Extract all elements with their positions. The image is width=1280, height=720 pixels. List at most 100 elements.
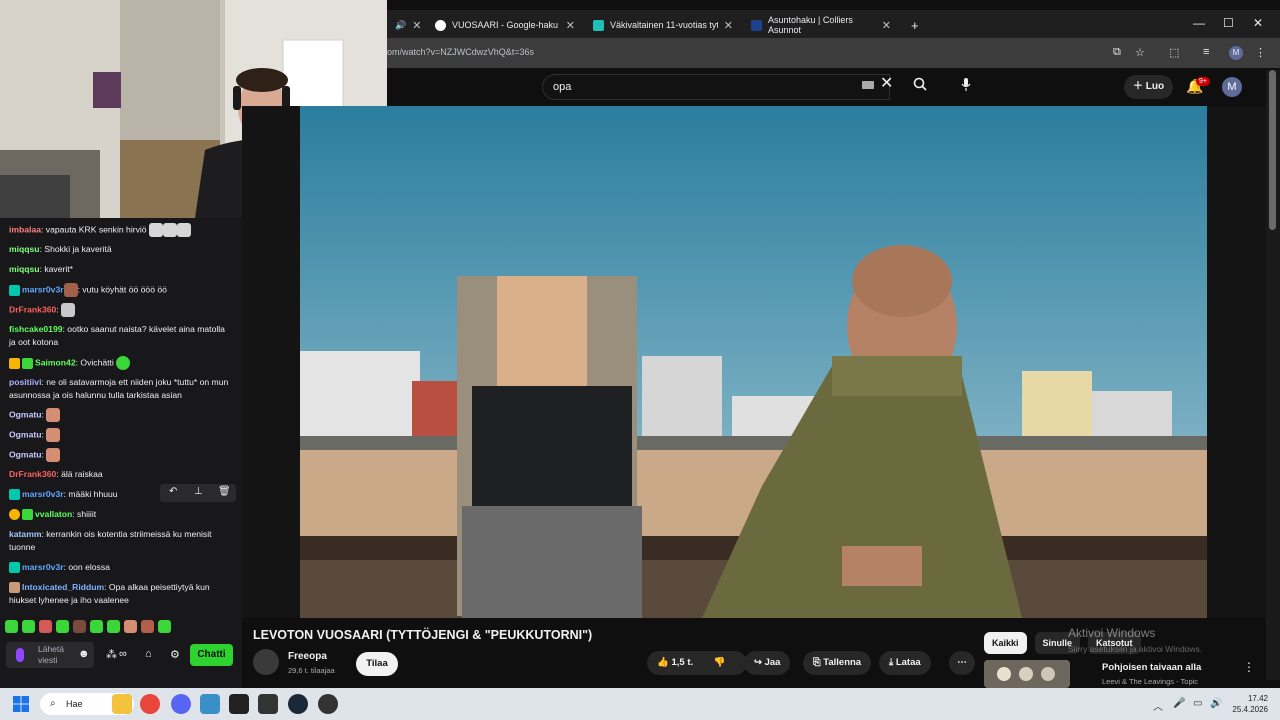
thumbs-down-icon[interactable]: 👎 xyxy=(714,657,726,668)
close-tab-icon[interactable]: ✕ xyxy=(412,19,421,32)
account-avatar[interactable]: M xyxy=(1222,77,1242,97)
emote-icon[interactable] xyxy=(5,620,18,633)
microphone-tray-icon[interactable]: 🎤 xyxy=(1173,698,1185,709)
tab-news[interactable]: Väkivaltainen 11-vuotias tyttö c ✕ xyxy=(585,12,741,38)
url-field[interactable]: om/watch?v=NZJWCdwzVhQ&t=36s xyxy=(387,47,534,57)
like-button[interactable]: 👍 1,5 t. xyxy=(657,657,693,668)
clock[interactable]: 17.42 25.4.2026 xyxy=(1226,693,1268,715)
reply-icon[interactable]: ↶ xyxy=(169,486,177,497)
chat-text: : xyxy=(41,429,44,440)
bookmark-star-icon[interactable]: ☆ xyxy=(1135,46,1145,59)
bits-icon[interactable] xyxy=(16,648,24,662)
chat-username[interactable]: imbalaa xyxy=(9,224,41,234)
tab-youtube[interactable]: 🔊 ✕ xyxy=(387,12,427,38)
profile-avatar[interactable]: M xyxy=(1229,46,1243,60)
volume-icon[interactable]: 🔊 xyxy=(1210,698,1222,709)
network-icon[interactable]: ▭ xyxy=(1193,698,1202,709)
emote-icon[interactable] xyxy=(107,620,120,633)
chat-username[interactable]: katamm xyxy=(9,529,41,539)
delete-icon[interactable]: 🗑 xyxy=(218,486,231,497)
chat-username[interactable]: DrFrank360 xyxy=(9,469,56,479)
channel-name[interactable]: Freeopa xyxy=(288,651,327,662)
chat-username[interactable]: marsr0v3r xyxy=(22,489,64,499)
video-player[interactable] xyxy=(242,106,1266,618)
chat-username[interactable]: miqqsu xyxy=(9,264,40,274)
reading-list-icon[interactable]: ≡ xyxy=(1203,46,1209,58)
kebab-menu-icon[interactable]: ⋮ xyxy=(1255,46,1266,59)
pin-icon[interactable]: ⊥ xyxy=(194,486,203,497)
save-button[interactable]: ⎘ Tallenna xyxy=(803,651,872,675)
windows-start-icon[interactable] xyxy=(13,696,29,712)
app-icon[interactable] xyxy=(200,694,220,714)
close-tab-icon[interactable]: ✕ xyxy=(724,19,733,32)
tab-colliers[interactable]: Asuntohaku | Colliers Asunnot ✕ xyxy=(743,12,899,38)
emote-icon[interactable] xyxy=(39,620,52,633)
chrome-icon[interactable] xyxy=(140,694,160,714)
extensions-icon[interactable]: ⬚ xyxy=(1169,46,1179,59)
more-actions-button[interactable]: ⋯ xyxy=(949,651,975,675)
chip-all[interactable]: Kaikki xyxy=(984,632,1027,654)
chat-username[interactable]: Ogmatu xyxy=(9,429,41,439)
voice-search-button[interactable] xyxy=(952,73,980,101)
recommended-video-channel[interactable]: Leevi & The Leavings - Topic xyxy=(1102,677,1198,686)
chat-username[interactable]: fishcake0199 xyxy=(9,324,63,334)
emote-icon[interactable] xyxy=(124,620,137,633)
emote-icon[interactable] xyxy=(158,620,171,633)
search-box[interactable]: opa xyxy=(542,74,890,100)
page-scrollbar[interactable] xyxy=(1266,70,1280,680)
emote-icon[interactable] xyxy=(56,620,69,633)
chat-username[interactable]: DrFrank360 xyxy=(9,304,56,314)
clear-search-icon[interactable]: ✕ xyxy=(880,73,893,93)
x-app-icon[interactable] xyxy=(229,694,249,714)
search-button[interactable] xyxy=(902,74,938,100)
channel-avatar[interactable] xyxy=(253,649,279,675)
subscribe-button[interactable]: Tilaa xyxy=(356,652,398,676)
keyboard-icon[interactable] xyxy=(862,81,874,89)
chat-username[interactable]: Ogmatu xyxy=(9,449,41,459)
send-chat-button[interactable]: Chatti xyxy=(190,644,233,666)
tray-chevron-icon[interactable]: ︿ xyxy=(1153,698,1163,713)
chat-username[interactable]: Ogmatu xyxy=(9,409,41,419)
cast-icon[interactable]: ⧉ xyxy=(1113,46,1121,59)
chat-username[interactable]: Saimon42 xyxy=(35,357,76,367)
discord-icon[interactable] xyxy=(171,694,191,714)
chat-username[interactable]: miqqsu xyxy=(9,244,40,254)
store-icon[interactable]: ⌂ xyxy=(145,648,152,660)
maximize-icon[interactable]: ☐ xyxy=(1223,16,1234,30)
chat-settings-gear-icon[interactable]: ⚙ xyxy=(170,648,180,661)
emote-icon[interactable] xyxy=(22,620,35,633)
emote-icon[interactable] xyxy=(73,620,86,633)
chat-username[interactable]: positiivi xyxy=(9,377,41,387)
share-button[interactable]: ↪ Jaa xyxy=(744,651,791,675)
emote-picker-icon[interactable]: ☻ xyxy=(78,648,90,660)
recommended-video-thumbnail[interactable] xyxy=(984,660,1070,688)
file-explorer-icon[interactable] xyxy=(112,694,132,714)
face-emote-icon xyxy=(46,428,61,442)
minimize-icon[interactable]: — xyxy=(1193,16,1205,30)
chat-username[interactable]: Intoxicated_Riddum xyxy=(22,582,104,592)
chat-input[interactable]: Lähetä viesti ☻ xyxy=(6,642,94,668)
app-icon[interactable] xyxy=(258,694,278,714)
recommended-more-icon[interactable]: ⋮ xyxy=(1243,660,1255,674)
scrollbar-thumb[interactable] xyxy=(1269,70,1276,230)
emote-icon[interactable] xyxy=(90,620,103,633)
infinity-icon[interactable]: ∞ xyxy=(119,648,127,660)
obs-icon[interactable] xyxy=(318,694,338,714)
close-tab-icon[interactable]: ✕ xyxy=(566,19,575,32)
tab-google[interactable]: VUOSAARI - Google-haku ✕ xyxy=(427,12,583,38)
close-tab-icon[interactable]: ✕ xyxy=(882,19,891,32)
chat-username[interactable]: vvallaton xyxy=(35,509,72,519)
window-close-icon[interactable]: ✕ xyxy=(1253,16,1263,30)
chat-username[interactable]: marsr0v3r xyxy=(22,284,64,294)
cat-emote-icon xyxy=(162,223,177,237)
recommended-video-title[interactable]: Pohjoisen taivaan alla xyxy=(1102,662,1201,673)
steam-icon[interactable] xyxy=(288,694,308,714)
channel-points-icon[interactable]: ⁂ xyxy=(106,648,117,661)
chat-text: : xyxy=(56,304,59,315)
emote-icon[interactable] xyxy=(141,620,154,633)
new-tab-button[interactable]: + xyxy=(903,12,925,38)
download-button[interactable]: ⤓ Lataa xyxy=(879,651,931,675)
search-input[interactable]: opa xyxy=(553,81,571,93)
create-button[interactable]: ＋ Luo xyxy=(1124,75,1174,99)
chat-username[interactable]: marsr0v3r xyxy=(22,562,64,572)
